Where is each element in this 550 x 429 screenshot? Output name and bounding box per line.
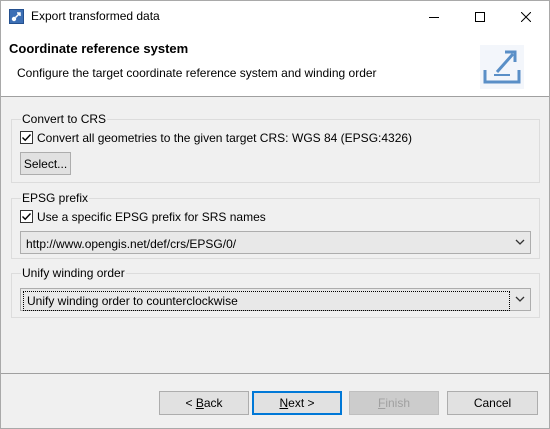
- epsg-prefix-dropdown[interactable]: http://www.opengis.net/def/crs/EPSG/0/: [20, 231, 531, 254]
- minimize-button[interactable]: [411, 1, 457, 32]
- epsg-prefix-group-title: EPSG prefix: [21, 191, 90, 205]
- minimize-icon: [429, 16, 439, 18]
- epsg-prefix-value: http://www.opengis.net/def/crs/EPSG/0/: [26, 237, 237, 251]
- page-description: Configure the target coordinate referenc…: [17, 66, 377, 80]
- wizard-header: Coordinate reference system Configure th…: [1, 32, 549, 97]
- winding-order-group-title: Unify winding order: [21, 266, 126, 280]
- next-button-mnemonic: N: [279, 396, 289, 410]
- maximize-icon: [475, 11, 485, 22]
- finish-button[interactable]: Finish: [349, 391, 439, 415]
- winding-order-group: Unify winding order Unify winding order …: [11, 266, 540, 318]
- finish-button-mnemonic: F: [377, 396, 386, 410]
- back-button-mnemonic: B: [195, 396, 204, 410]
- back-button[interactable]: < Back: [159, 391, 249, 415]
- chevron-down-icon: [515, 239, 525, 245]
- finish-button-rest: inish: [385, 396, 411, 410]
- back-button-prefix: <: [185, 396, 196, 410]
- convert-crs-checkbox[interactable]: [20, 131, 33, 144]
- page-title: Coordinate reference system: [9, 41, 189, 56]
- cancel-button[interactable]: Cancel: [447, 391, 538, 415]
- window-title: Export transformed data: [31, 9, 160, 23]
- maximize-button[interactable]: [457, 1, 503, 32]
- back-button-rest: ack: [203, 396, 223, 410]
- app-icon: [9, 9, 24, 24]
- close-button[interactable]: [503, 1, 549, 32]
- checkmark-icon: [22, 213, 32, 221]
- epsg-prefix-checkbox[interactable]: [20, 210, 33, 223]
- convert-crs-label[interactable]: Convert all geometries to the given targ…: [37, 131, 288, 145]
- next-button-rest: ext >: [288, 396, 315, 410]
- export-dialog: Export transformed data Coordinate refer…: [0, 0, 550, 429]
- convert-crs-group: Convert to CRS Convert all geometries to…: [11, 112, 540, 183]
- checkmark-icon: [22, 134, 32, 142]
- footer-separator: [1, 373, 549, 374]
- epsg-prefix-label[interactable]: Use a specific EPSG prefix for SRS names: [37, 210, 266, 224]
- chevron-down-icon: [515, 296, 525, 302]
- convert-crs-group-title: Convert to CRS: [21, 112, 108, 126]
- next-button[interactable]: Next >: [252, 391, 342, 415]
- close-icon: [521, 11, 531, 22]
- winding-order-value: Unify winding order to counterclockwise: [23, 291, 510, 311]
- export-icon: [479, 44, 525, 90]
- winding-order-dropdown[interactable]: Unify winding order to counterclockwise: [20, 288, 531, 311]
- select-crs-button[interactable]: Select...: [20, 152, 71, 175]
- target-crs-value: WGS 84 (EPSG:4326): [292, 131, 413, 145]
- title-bar[interactable]: Export transformed data: [1, 1, 549, 32]
- epsg-prefix-group: EPSG prefix Use a specific EPSG prefix f…: [11, 191, 540, 259]
